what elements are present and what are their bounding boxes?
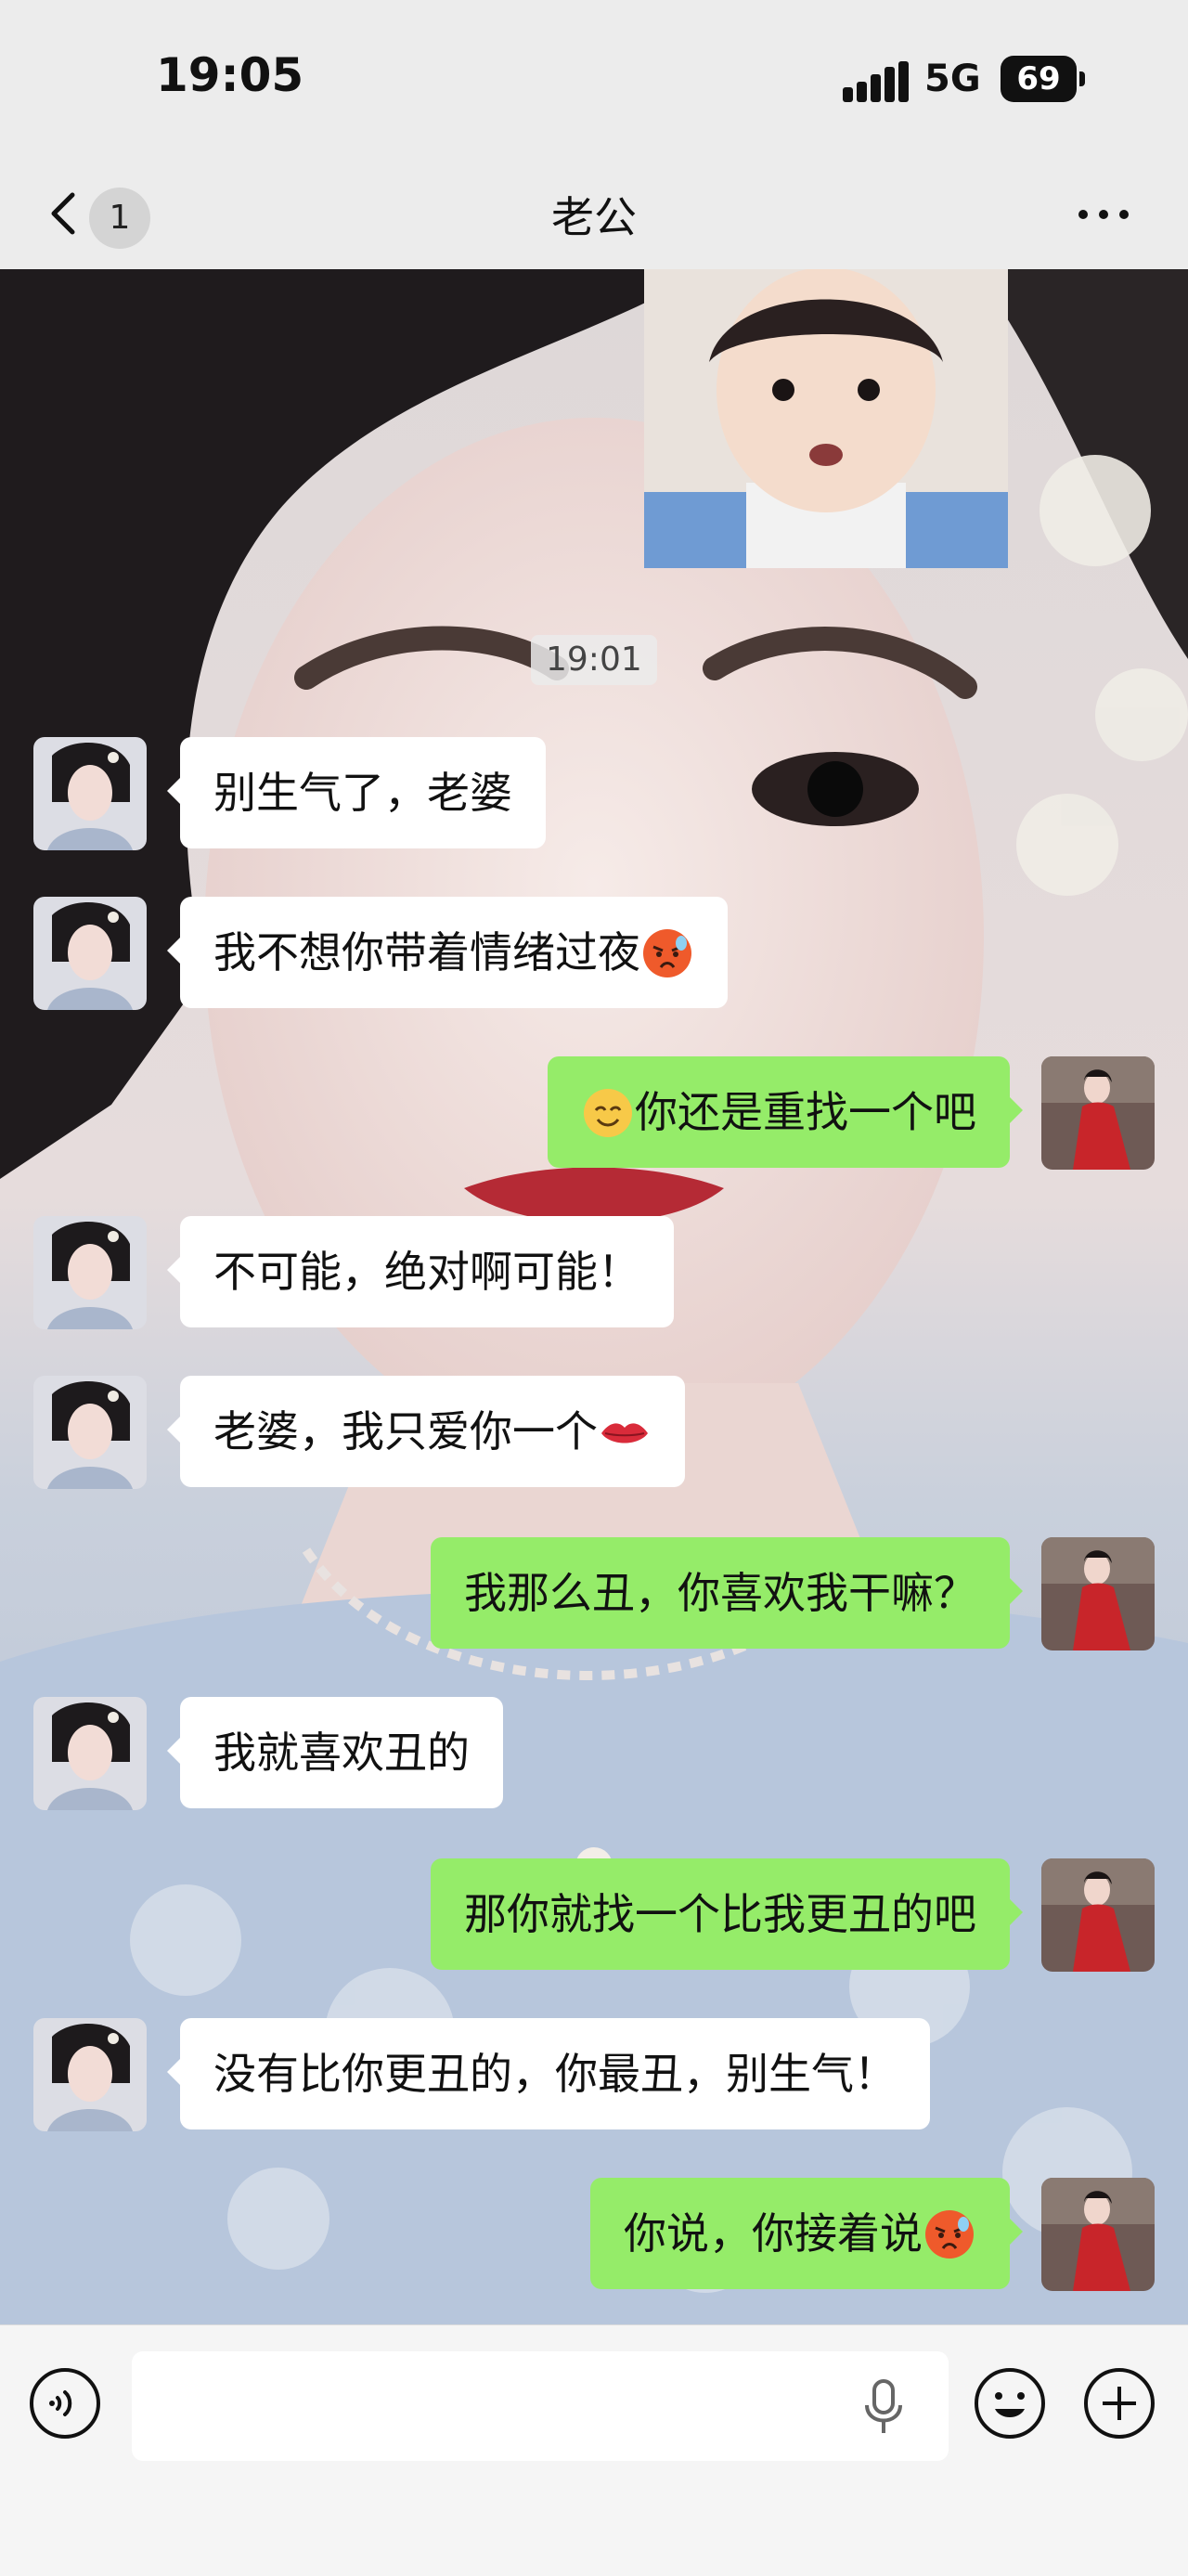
smile-face-icon — [584, 1088, 632, 1137]
chat-area[interactable]: 19:01 别生气了，老婆 我不想你带着情绪过夜 你还是重找一个吧 不可能，绝对… — [0, 269, 1188, 2324]
message-text: 我那么丑，你喜欢我干嘛？ — [464, 1568, 976, 1618]
nav-bar: 1 老公 — [0, 158, 1188, 269]
incoming-message-bubble[interactable]: 我不想你带着情绪过夜 — [167, 897, 728, 1008]
message-text: 没有比你更丑的，你最丑，别生气！ — [213, 2049, 897, 2099]
signal-icon — [843, 61, 909, 102]
status-time: 19:05 — [156, 48, 304, 102]
contact-avatar-image — [33, 1376, 147, 1489]
chat-title: 老公 — [551, 192, 637, 242]
emoji-icon[interactable] — [973, 2366, 1047, 2440]
incoming-message-bubble[interactable]: 我就喜欢丑的 — [167, 1697, 503, 1808]
contact-avatar[interactable] — [33, 897, 147, 1010]
message-text: 你说，你接着说 — [624, 2208, 923, 2259]
user-avatar-image — [1041, 1056, 1155, 1170]
outgoing-message-bubble[interactable]: 那你就找一个比我更丑的吧 — [431, 1858, 1023, 1970]
message-text: 别生气了，老婆 — [213, 768, 512, 818]
contact-avatar[interactable] — [33, 1376, 147, 1489]
angry-face-icon — [925, 2209, 974, 2259]
message-text: 不可能，绝对啊可能！ — [213, 1247, 640, 1297]
user-avatar-image — [1041, 1858, 1155, 1972]
message-text: 我不想你带着情绪过夜 — [213, 927, 640, 977]
outgoing-message-bubble[interactable]: 我那么丑，你喜欢我干嘛？ — [431, 1537, 1023, 1649]
more-button[interactable] — [1077, 186, 1142, 241]
message-text: 老婆，我只爱你一个 — [213, 1406, 598, 1456]
message-text: 那你就找一个比我更丑的吧 — [464, 1889, 976, 1939]
incoming-message-bubble[interactable]: 没有比你更丑的，你最丑，别生气！ — [167, 2018, 930, 2129]
input-bar — [0, 2324, 1188, 2576]
network-type: 5G — [924, 58, 981, 100]
lips-icon — [601, 1422, 648, 1443]
contact-avatar[interactable] — [33, 1216, 147, 1329]
user-avatar-image — [1041, 1537, 1155, 1650]
message-input[interactable] — [132, 2351, 949, 2461]
contact-avatar-image — [33, 2018, 147, 2131]
contact-avatar-image — [33, 737, 147, 850]
message-text: 我就喜欢丑的 — [213, 1728, 470, 1778]
user-avatar[interactable] — [1041, 2178, 1155, 2291]
status-bar: 19:05 5G 69 — [0, 0, 1188, 158]
contact-avatar[interactable] — [33, 737, 147, 850]
incoming-message-bubble[interactable]: 老婆，我只爱你一个 — [167, 1376, 685, 1487]
battery-icon: 69 — [1001, 56, 1085, 102]
incoming-message-bubble[interactable]: 别生气了，老婆 — [167, 737, 546, 848]
user-avatar[interactable] — [1041, 1056, 1155, 1170]
voice-icon[interactable] — [28, 2366, 102, 2440]
message-text: 你还是重找一个吧 — [635, 1087, 976, 1137]
incoming-message-bubble[interactable]: 不可能，绝对啊可能！ — [167, 1216, 674, 1327]
outgoing-message-bubble[interactable]: 你还是重找一个吧 — [548, 1056, 1023, 1168]
plus-icon[interactable] — [1082, 2366, 1156, 2440]
user-avatar[interactable] — [1041, 1537, 1155, 1650]
angry-face-icon — [643, 928, 691, 977]
user-avatar-image — [1041, 2178, 1155, 2291]
contact-avatar[interactable] — [33, 2018, 147, 2131]
user-avatar[interactable] — [1041, 1858, 1155, 1972]
chat-timestamp: 19:01 — [531, 635, 657, 685]
contact-avatar-image — [33, 1697, 147, 1810]
contact-avatar-image — [33, 897, 147, 1010]
shared-image[interactable] — [644, 269, 1008, 568]
contact-avatar[interactable] — [33, 1697, 147, 1810]
contact-avatar-image — [33, 1216, 147, 1329]
microphone-icon[interactable] — [859, 2379, 908, 2435]
outgoing-message-bubble[interactable]: 你说，你接着说 — [590, 2178, 1023, 2289]
